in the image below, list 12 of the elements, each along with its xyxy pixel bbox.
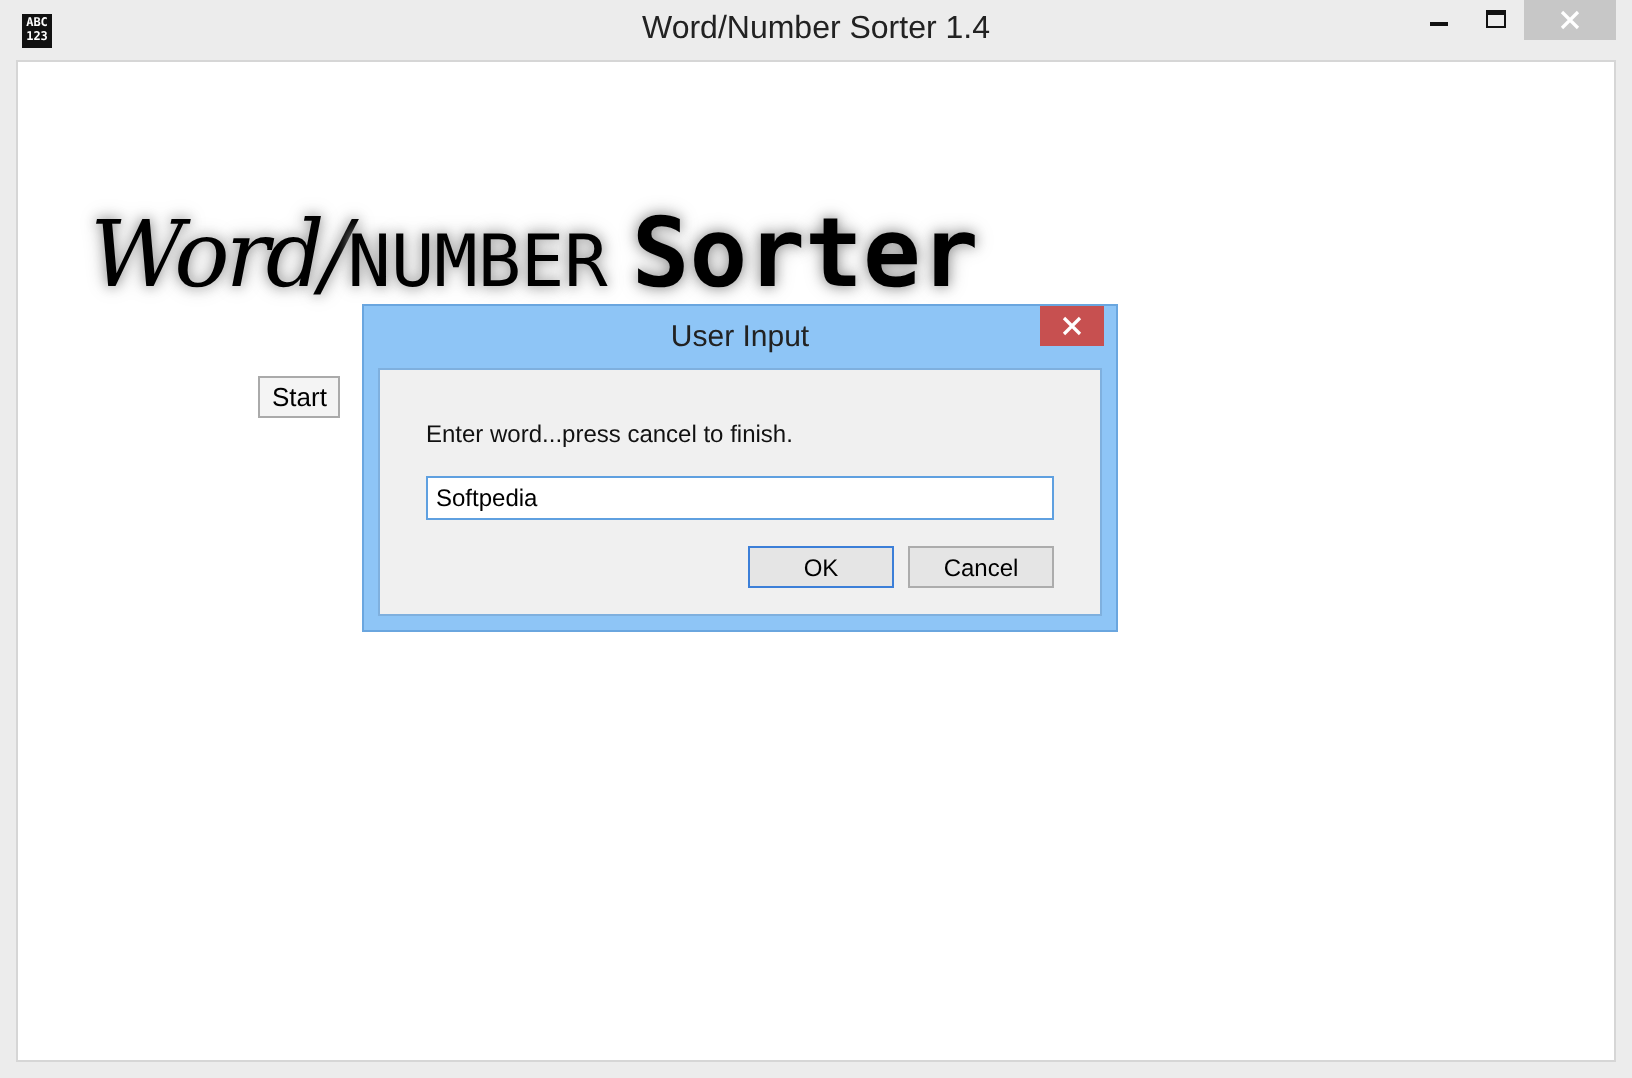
close-button[interactable] xyxy=(1040,306,1104,346)
input-field[interactable]: Softpedia xyxy=(426,476,1054,520)
start-button[interactable]: Start xyxy=(258,376,341,418)
close-icon xyxy=(1558,8,1582,32)
cancel-button[interactable]: Cancel xyxy=(908,546,1054,588)
logo-title: Word/NUMBER Sorter xyxy=(90,198,979,310)
close-icon xyxy=(1060,314,1084,338)
window-title: Word/Number Sorter 1.4 xyxy=(642,12,990,46)
maximize-icon xyxy=(1484,8,1508,32)
prompt-text: Enter word...press cancel to finish. xyxy=(426,420,795,448)
dialog-title: User Input xyxy=(670,320,810,354)
ok-button[interactable]: OK xyxy=(748,546,894,588)
